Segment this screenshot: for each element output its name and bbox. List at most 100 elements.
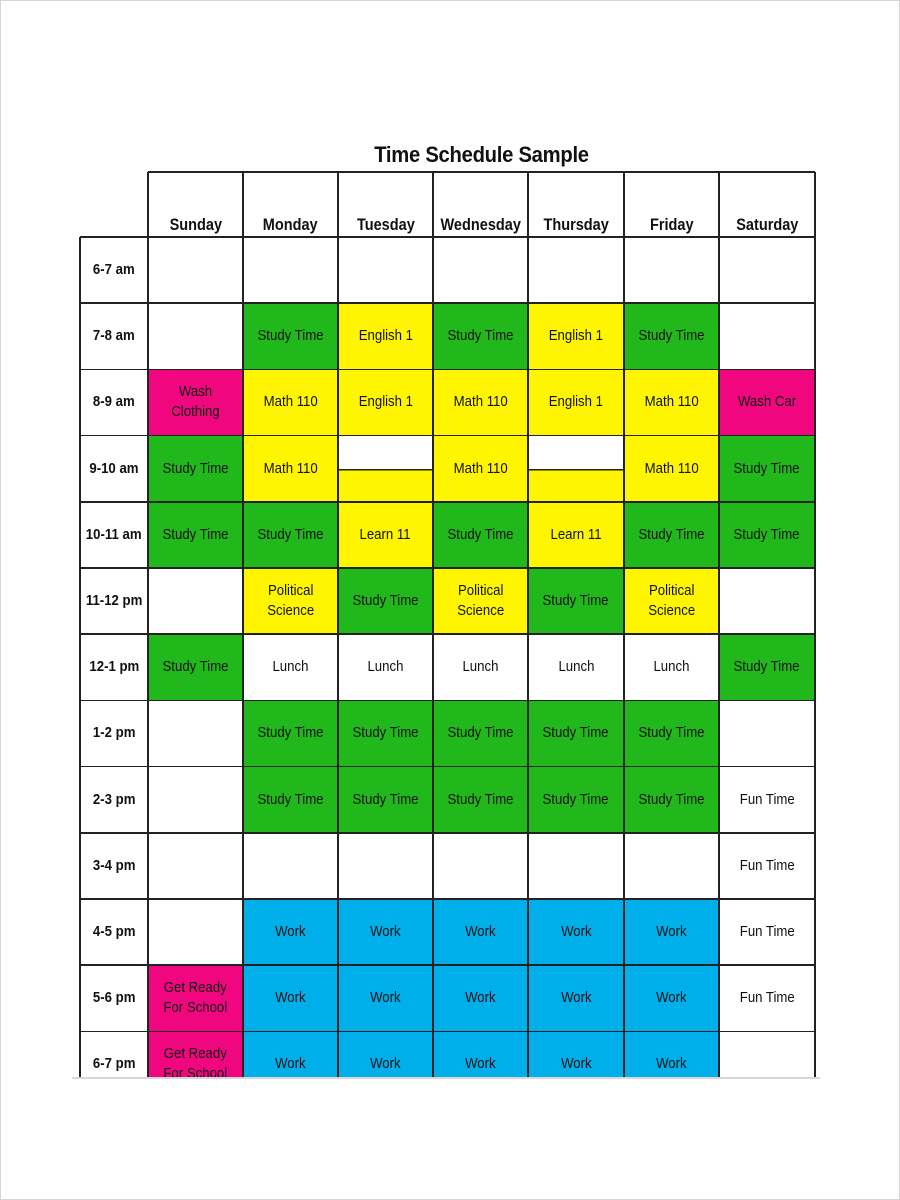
schedule-cell[interactable]: Study Time (243, 700, 338, 767)
schedule-cell[interactable]: Work (624, 965, 719, 1032)
schedule-cell[interactable]: Lunch (624, 634, 719, 701)
schedule-cell[interactable]: Work (243, 965, 338, 1032)
schedule-cell[interactable]: Math 110 (624, 369, 719, 436)
time-slot-label: 7-8 am (80, 303, 148, 369)
schedule-cell[interactable]: Work (433, 899, 528, 966)
schedule-cell[interactable]: Work (624, 899, 719, 966)
schedule-cell[interactable] (148, 568, 243, 635)
schedule-cell[interactable]: Study Time (624, 303, 719, 370)
schedule-cell[interactable] (148, 237, 243, 304)
schedule-cell[interactable] (148, 899, 243, 966)
schedule-cell[interactable]: Study Time (433, 700, 528, 767)
schedule-cell[interactable]: Work (243, 899, 338, 966)
cell-text: Study Time (447, 724, 514, 742)
schedule-cell[interactable]: Study Time (624, 501, 719, 568)
schedule-cell[interactable]: Wash Clothing (148, 369, 243, 436)
schedule-cell[interactable]: Fun Time (719, 899, 815, 966)
schedule-cell[interactable]: Study Time (528, 700, 624, 767)
schedule-cell[interactable]: Work (433, 1031, 528, 1078)
schedule-cell[interactable]: Learn 11 (338, 501, 433, 568)
schedule-cell[interactable]: Math 110 (624, 435, 719, 502)
schedule-cell[interactable] (148, 303, 243, 370)
schedule-cell[interactable] (243, 832, 338, 899)
schedule-cell[interactable] (338, 237, 433, 304)
schedule-cell[interactable] (148, 766, 243, 833)
cell-text: Math 110 (644, 459, 699, 477)
schedule-cell[interactable] (624, 237, 719, 304)
schedule-cell[interactable]: Study Time (433, 766, 528, 833)
schedule-cell[interactable]: Study Time (338, 766, 433, 833)
schedule-cell[interactable]: Get Ready For School (148, 1031, 243, 1078)
schedule-cell[interactable]: Fun Time (719, 832, 815, 899)
schedule-cell[interactable]: Study Time (243, 501, 338, 568)
schedule-cell[interactable]: Political Science (433, 568, 528, 635)
schedule-cell[interactable]: Study Time (148, 435, 243, 502)
schedule-cell[interactable] (528, 832, 624, 899)
schedule-cell[interactable] (528, 435, 624, 502)
schedule-cell[interactable]: Study Time (719, 634, 815, 701)
schedule-cell[interactable]: Study Time (243, 766, 338, 833)
schedule-cell[interactable] (433, 832, 528, 899)
schedule-cell[interactable]: Study Time (338, 700, 433, 767)
schedule-cell[interactable]: Study Time (719, 435, 815, 502)
schedule-cell[interactable] (338, 832, 433, 899)
schedule-cell[interactable]: Lunch (338, 634, 433, 701)
schedule-cell[interactable] (719, 1031, 815, 1078)
schedule-cell[interactable]: Work (243, 1031, 338, 1078)
schedule-cell[interactable]: Political Science (243, 568, 338, 635)
day-label: Monday (263, 216, 318, 234)
schedule-cell[interactable]: Wash Car (719, 369, 815, 436)
schedule-cell[interactable]: Study Time (719, 501, 815, 568)
schedule-cell[interactable]: Work (528, 899, 624, 966)
cell-text: Study Time (352, 592, 419, 610)
day-header-wednesday: Wednesday (433, 172, 528, 237)
schedule-cell[interactable]: Study Time (338, 568, 433, 635)
schedule-cell[interactable] (338, 435, 433, 502)
schedule-cell[interactable]: Political Science (624, 568, 719, 635)
schedule-cell[interactable]: Math 110 (433, 435, 528, 502)
schedule-cell[interactable]: English 1 (338, 303, 433, 370)
schedule-cell[interactable]: Study Time (528, 766, 624, 833)
schedule-cell[interactable]: Study Time (433, 303, 528, 370)
schedule-cell[interactable]: Work (528, 1031, 624, 1078)
schedule-cell[interactable]: Study Time (433, 501, 528, 568)
cell-text: Lunch (653, 658, 690, 676)
schedule-cell[interactable]: Work (528, 965, 624, 1032)
schedule-cell[interactable] (719, 303, 815, 370)
schedule-cell[interactable]: Study Time (528, 568, 624, 635)
schedule-cell[interactable]: Study Time (624, 766, 719, 833)
schedule-cell[interactable]: Get Ready For School (148, 965, 243, 1032)
schedule-cell[interactable] (719, 237, 815, 304)
schedule-cell[interactable] (148, 832, 243, 899)
schedule-cell[interactable]: Work (338, 899, 433, 966)
schedule-cell[interactable]: Math 110 (243, 369, 338, 436)
schedule-cell[interactable]: English 1 (528, 369, 624, 436)
schedule-cell[interactable]: Study Time (148, 634, 243, 701)
schedule-cell[interactable] (243, 237, 338, 304)
schedule-cell[interactable]: Lunch (433, 634, 528, 701)
schedule-cell[interactable]: Math 110 (243, 435, 338, 502)
schedule-cell[interactable]: English 1 (338, 369, 433, 436)
schedule-cell[interactable]: Work (338, 965, 433, 1032)
schedule-cell[interactable]: Math 110 (433, 369, 528, 436)
cell-text: Lunch (272, 658, 309, 676)
schedule-cell[interactable] (528, 237, 624, 304)
schedule-cell[interactable] (148, 700, 243, 767)
schedule-cell[interactable]: Study Time (624, 700, 719, 767)
schedule-cell[interactable]: Work (338, 1031, 433, 1078)
schedule-cell[interactable]: Fun Time (719, 965, 815, 1032)
schedule-cell[interactable]: Fun Time (719, 766, 815, 833)
grid-line-horizontal (80, 699, 815, 702)
schedule-cell[interactable]: Learn 11 (528, 501, 624, 568)
schedule-cell[interactable] (719, 568, 815, 635)
schedule-cell[interactable] (433, 237, 528, 304)
schedule-cell[interactable]: Work (624, 1031, 719, 1078)
schedule-cell[interactable]: Lunch (243, 634, 338, 701)
schedule-cell[interactable] (624, 832, 719, 899)
schedule-cell[interactable]: Study Time (148, 501, 243, 568)
schedule-cell[interactable] (719, 700, 815, 767)
schedule-cell[interactable]: Work (433, 965, 528, 1032)
schedule-cell[interactable]: Study Time (243, 303, 338, 370)
schedule-cell[interactable]: Lunch (528, 634, 624, 701)
schedule-cell[interactable]: English 1 (528, 303, 624, 370)
